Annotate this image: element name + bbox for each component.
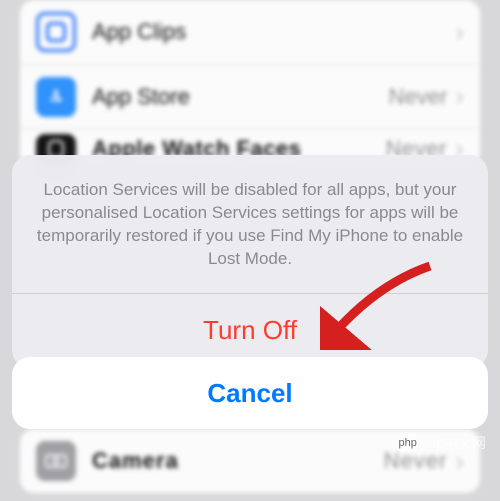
- row-value: Never: [389, 84, 448, 110]
- settings-list: App Clips › App Store Never › Apple Watc…: [20, 0, 480, 168]
- cancel-button[interactable]: Cancel: [12, 357, 488, 429]
- list-row-app-store[interactable]: App Store Never ›: [20, 64, 480, 128]
- app-store-icon: [36, 77, 76, 117]
- camera-icon: [36, 441, 76, 481]
- chevron-right-icon: ›: [455, 81, 464, 112]
- row-label: App Clips: [92, 19, 447, 45]
- watermark: php php中文网: [399, 433, 486, 453]
- list-row-app-clips[interactable]: App Clips ›: [20, 0, 480, 64]
- alert-message: Location Services will be disabled for a…: [12, 155, 488, 293]
- watermark-text: php中文网: [421, 433, 486, 453]
- action-sheet: Location Services will be disabled for a…: [12, 155, 488, 368]
- row-label: Camera: [92, 448, 384, 474]
- row-label: App Store: [92, 84, 389, 110]
- watermark-icon: php: [399, 434, 417, 452]
- chevron-right-icon: ›: [455, 17, 464, 48]
- app-clips-icon: [36, 12, 76, 52]
